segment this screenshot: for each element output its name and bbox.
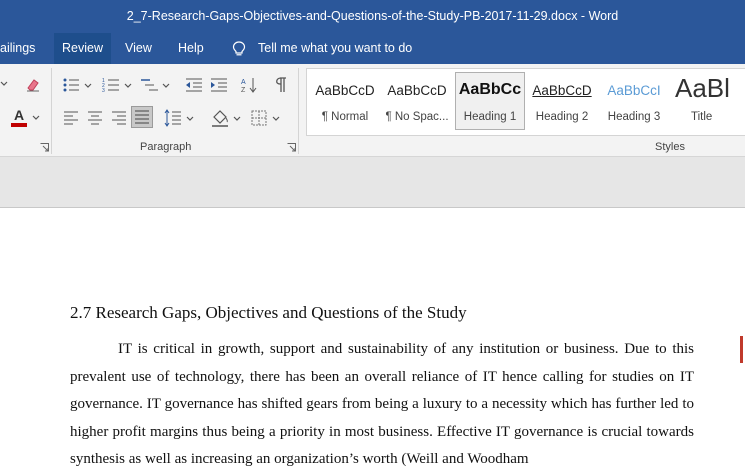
decrease-indent-icon[interactable] [185,77,203,93]
styles-group-label: Styles [655,141,685,153]
align-right-icon[interactable] [111,111,127,125]
style-name: ¶ Normal [321,111,369,123]
style-name: Heading 1 [463,111,517,123]
lightbulb-icon [232,41,246,56]
font-dialog-launcher-icon[interactable] [40,143,49,152]
tab-help[interactable]: Help [170,33,212,64]
chevron-down-icon[interactable] [186,115,194,123]
tab-mailings[interactable]: ailings [0,33,43,64]
bullets-icon[interactable] [62,77,80,93]
window-title: 2_7-Research-Gaps-Objectives-and-Questio… [0,0,745,33]
style-sample: AaBl [675,73,730,103]
paragraph-group-label: Paragraph [140,141,192,153]
divider [51,68,52,154]
ribbon-tabs: ailings Review View Help Tell me what yo… [0,33,745,64]
style-no-spacing[interactable]: AaBbCcD ¶ No Spac... [383,73,451,129]
style-heading-3[interactable]: AaBbCcI Heading 3 [600,73,668,129]
style-name: Heading 3 [607,111,661,123]
styles-gallery: AaBbCcD ¶ Normal AaBbCcD ¶ No Spac... Aa… [306,68,745,136]
numbering-icon[interactable]: 1 2 3 [102,77,120,93]
chevron-down-icon[interactable] [124,82,132,90]
chevron-down-icon[interactable] [32,114,40,122]
document-paragraph: IT is critical in growth, support and su… [70,341,694,467]
style-heading-1[interactable]: AaBbCc Heading 1 [455,72,525,130]
style-name: Title [691,111,713,123]
font-color-icon[interactable]: A [10,108,28,128]
tab-view[interactable]: View [117,33,160,64]
svg-text:A: A [241,79,246,86]
align-left-icon[interactable] [63,111,79,125]
style-sample: AaBbCcI [607,83,661,98]
tab-review[interactable]: Review [54,33,111,64]
chevron-down-icon[interactable] [272,115,280,123]
svg-text:3: 3 [102,88,105,93]
style-normal[interactable]: AaBbCcD ¶ Normal [311,73,379,129]
style-sample: AaBbCcD [387,83,447,98]
justify-icon [135,110,149,124]
style-name: ¶ No Spac... [385,111,449,123]
style-sample: AaBbCc [458,81,522,98]
multilevel-list-icon[interactable] [140,77,160,93]
svg-text:Z: Z [241,87,246,94]
chevron-down-icon[interactable] [233,115,241,123]
style-sample: AaBbCcD [315,83,375,98]
chevron-down-icon[interactable] [84,82,92,90]
clear-formatting-icon[interactable] [25,77,41,93]
show-paragraph-marks-icon[interactable] [273,77,287,93]
justify-button[interactable] [131,106,153,128]
chevron-down-icon[interactable] [162,82,170,90]
document-heading: 2.7 Research Gaps, Objectives and Questi… [70,303,467,322]
paragraph-dialog-launcher-icon[interactable] [287,143,296,152]
tell-me-label: Tell me what you want to do [258,41,413,55]
style-name: Heading 2 [535,111,589,123]
line-spacing-icon[interactable] [164,109,182,127]
align-center-icon[interactable] [87,111,103,125]
chevron-down-icon[interactable] [0,80,8,88]
increase-indent-icon[interactable] [210,77,228,93]
sort-icon[interactable]: A Z [240,76,258,94]
style-heading-2[interactable]: AaBbCcD Heading 2 [528,73,596,129]
style-title[interactable]: AaBl Title [671,73,745,129]
document-page[interactable]: 2.7 Research Gaps, Objectives and Questi… [0,208,745,467]
ribbon: A 1 2 3 A Z Paragraph AaBbCcD ¶ Normal A… [0,64,745,157]
workspace-band [0,157,745,208]
style-sample: AaBbCcD [532,83,592,98]
tell-me-search[interactable]: Tell me what you want to do [228,33,412,64]
divider [298,68,299,154]
borders-icon[interactable] [251,110,267,126]
shading-icon[interactable] [210,109,230,127]
revision-marker [740,336,743,363]
